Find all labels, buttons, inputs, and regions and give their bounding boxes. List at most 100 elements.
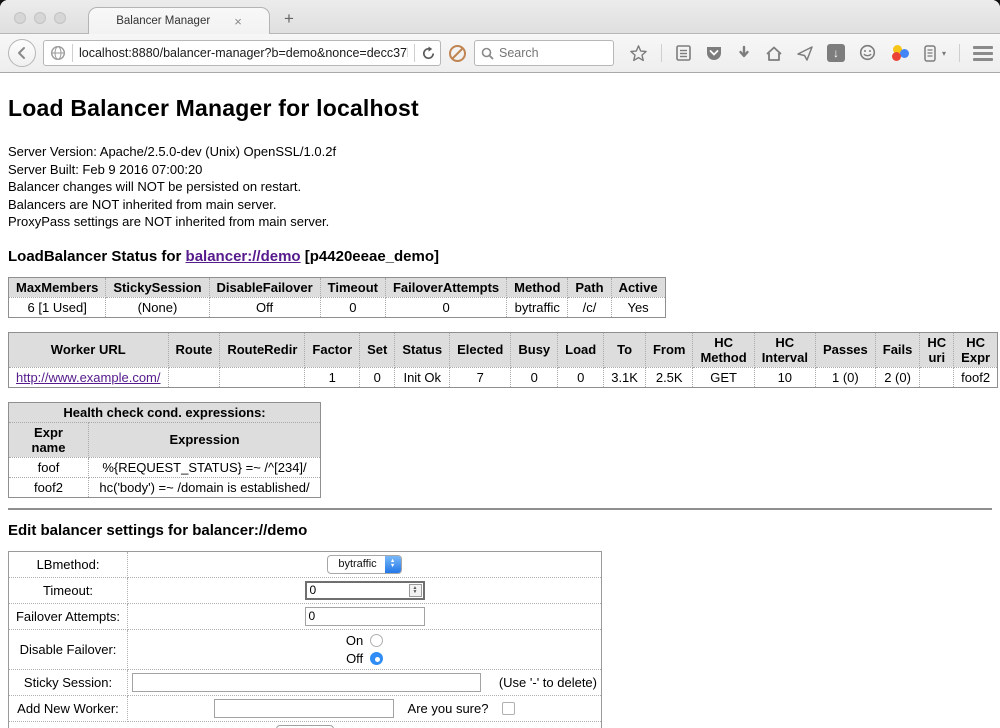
edit-settings-heading: Edit balancer settings for balancer://de…: [8, 522, 992, 539]
cell-elected: 7: [450, 367, 511, 387]
sticky-session-hint: (Use '-' to delete): [481, 675, 597, 690]
traffic-lights: [14, 12, 66, 24]
lbmethod-select[interactable]: bytraffic ▲▼: [327, 555, 401, 574]
page-content: Load Balancer Manager for localhost Serv…: [0, 73, 1000, 728]
cell-busy: 0: [511, 367, 558, 387]
add-worker-label: Add New Worker:: [9, 695, 128, 721]
radio-off[interactable]: [370, 652, 383, 665]
col-maxmembers: MaxMembers: [9, 277, 106, 297]
table-row: 6 [1 Used] (None) Off 0 0 bytraffic /c/ …: [9, 297, 666, 317]
persist-note-line: Balancer changes will NOT be persisted o…: [8, 178, 992, 196]
page-title: Load Balancer Manager for localhost: [8, 95, 992, 122]
submit-button[interactable]: Submit: [276, 725, 334, 728]
site-identity-globe-icon[interactable]: [50, 45, 66, 61]
add-worker-input[interactable]: [214, 699, 394, 718]
table-row: foof %{REQUEST_STATUS} =~ /^[234]/: [9, 457, 321, 477]
cell-maxmembers: 6 [1 Used]: [9, 297, 106, 317]
col-disablefailover: DisableFailover: [209, 277, 320, 297]
proxypass-note-line: ProxyPass settings are NOT inherited fro…: [8, 213, 992, 231]
cell-expression: hc('body') =~ /domain is established/: [89, 477, 321, 497]
radio-on[interactable]: [370, 634, 383, 647]
col-active: Active: [611, 277, 665, 297]
number-spinner-icon[interactable]: ▲▼: [409, 584, 422, 597]
col-from: From: [645, 332, 693, 367]
tab-strip: Balancer Manager × +: [0, 0, 1000, 34]
url-bar[interactable]: localhost:8880/balancer-manager?b=demo&n…: [43, 40, 441, 66]
edit-balancer-form: LBmethod: bytraffic ▲▼ Timeout: 0 ▲▼: [8, 551, 602, 728]
reading-list-icon[interactable]: [675, 44, 692, 62]
search-input[interactable]: [499, 46, 599, 60]
table-row: http://www.example.com/ 1 0 Init Ok 7 0 …: [9, 367, 998, 387]
tab-close-icon[interactable]: ×: [234, 14, 242, 29]
cell-hc-interval: 10: [754, 367, 815, 387]
form-row-submit: Submit: [9, 721, 602, 728]
col-status: Status: [395, 332, 450, 367]
cell-expr-name: foof: [9, 457, 89, 477]
colors-extension-icon[interactable]: [890, 43, 910, 63]
col-busy: Busy: [511, 332, 558, 367]
col-route: Route: [168, 332, 220, 367]
cell-status: Init Ok: [395, 367, 450, 387]
search-box[interactable]: [474, 40, 614, 66]
feedback-smiley-icon[interactable]: [858, 44, 877, 62]
cell-from: 2.5K: [645, 367, 693, 387]
send-tab-icon[interactable]: [796, 45, 814, 62]
battery-icon[interactable]: [923, 44, 937, 63]
col-load: Load: [558, 332, 604, 367]
menu-hamburger-icon[interactable]: [973, 46, 993, 61]
cell-expression: %{REQUEST_STATUS} =~ /^[234]/: [89, 457, 321, 477]
balancer-demo-link[interactable]: balancer://demo: [186, 248, 301, 265]
bookmark-star-icon[interactable]: [629, 44, 648, 63]
block-icon[interactable]: [448, 44, 467, 63]
col-expression: Expression: [89, 422, 321, 457]
lbmethod-label: LBmethod:: [9, 551, 128, 577]
section-divider: [8, 508, 992, 510]
new-tab-button[interactable]: +: [284, 9, 294, 29]
navigation-toolbar: localhost:8880/balancer-manager?b=demo&n…: [0, 34, 1000, 73]
col-set: Set: [360, 332, 395, 367]
col-method: Method: [507, 277, 568, 297]
failover-attempts-label: Failover Attempts:: [9, 603, 128, 629]
form-row-timeout: Timeout: 0 ▲▼: [9, 577, 602, 603]
toolbar-icons: ↓: [629, 43, 1000, 63]
table-title-row: Health check cond. expressions:: [9, 402, 321, 422]
back-button[interactable]: [8, 39, 36, 67]
pocket-icon[interactable]: [705, 45, 723, 62]
download-icon[interactable]: [736, 45, 752, 62]
table-row: foof2 hc('body') =~ /domain is establish…: [9, 477, 321, 497]
sticky-session-input[interactable]: [132, 673, 481, 692]
balancer-summary-table: MaxMembers StickySession DisableFailover…: [8, 277, 666, 318]
health-check-table: Health check cond. expressions: Expr nam…: [8, 402, 321, 498]
worker-table: Worker URL Route RouteRedir Factor Set S…: [8, 332, 998, 388]
failover-attempts-input[interactable]: [305, 607, 425, 626]
reload-icon[interactable]: [421, 46, 436, 61]
cell-hc-uri: [920, 367, 954, 387]
close-window-button[interactable]: [14, 12, 26, 24]
cell-hc-expr: foof2: [954, 367, 998, 387]
tab-balancer-manager[interactable]: Balancer Manager ×: [88, 7, 270, 34]
server-info: Server Version: Apache/2.5.0-dev (Unix) …: [8, 143, 992, 231]
col-hc-interval: HC Interval: [754, 332, 815, 367]
cell-failoverattempts: 0: [385, 297, 506, 317]
downloads-panel-icon[interactable]: ↓: [827, 44, 845, 62]
cell-method: bytraffic: [507, 297, 568, 317]
zoom-window-button[interactable]: [54, 12, 66, 24]
are-you-sure-checkbox[interactable]: [502, 702, 515, 715]
timeout-input[interactable]: 0 ▲▼: [305, 581, 425, 600]
home-icon[interactable]: [765, 45, 783, 62]
urlbar-divider: [414, 44, 415, 62]
toolbar-divider: [959, 44, 960, 62]
back-arrow-icon: [15, 46, 29, 60]
cell-disablefailover: Off: [209, 297, 320, 317]
cell-hc-method: GET: [693, 367, 754, 387]
cell-routeredir: [220, 367, 305, 387]
url-text[interactable]: localhost:8880/balancer-manager?b=demo&n…: [79, 46, 408, 60]
radio-off-label: Off: [346, 651, 363, 666]
form-row-add-worker: Add New Worker: Are you sure?: [9, 695, 602, 721]
form-row-lbmethod: LBmethod: bytraffic ▲▼: [9, 551, 602, 577]
minimize-window-button[interactable]: [34, 12, 46, 24]
form-row-sticky-session: Sticky Session: (Use '-' to delete): [9, 669, 602, 695]
battery-caret-icon[interactable]: ▾: [942, 49, 946, 58]
col-worker-url: Worker URL: [9, 332, 169, 367]
worker-url-link[interactable]: http://www.example.com/: [16, 370, 161, 385]
